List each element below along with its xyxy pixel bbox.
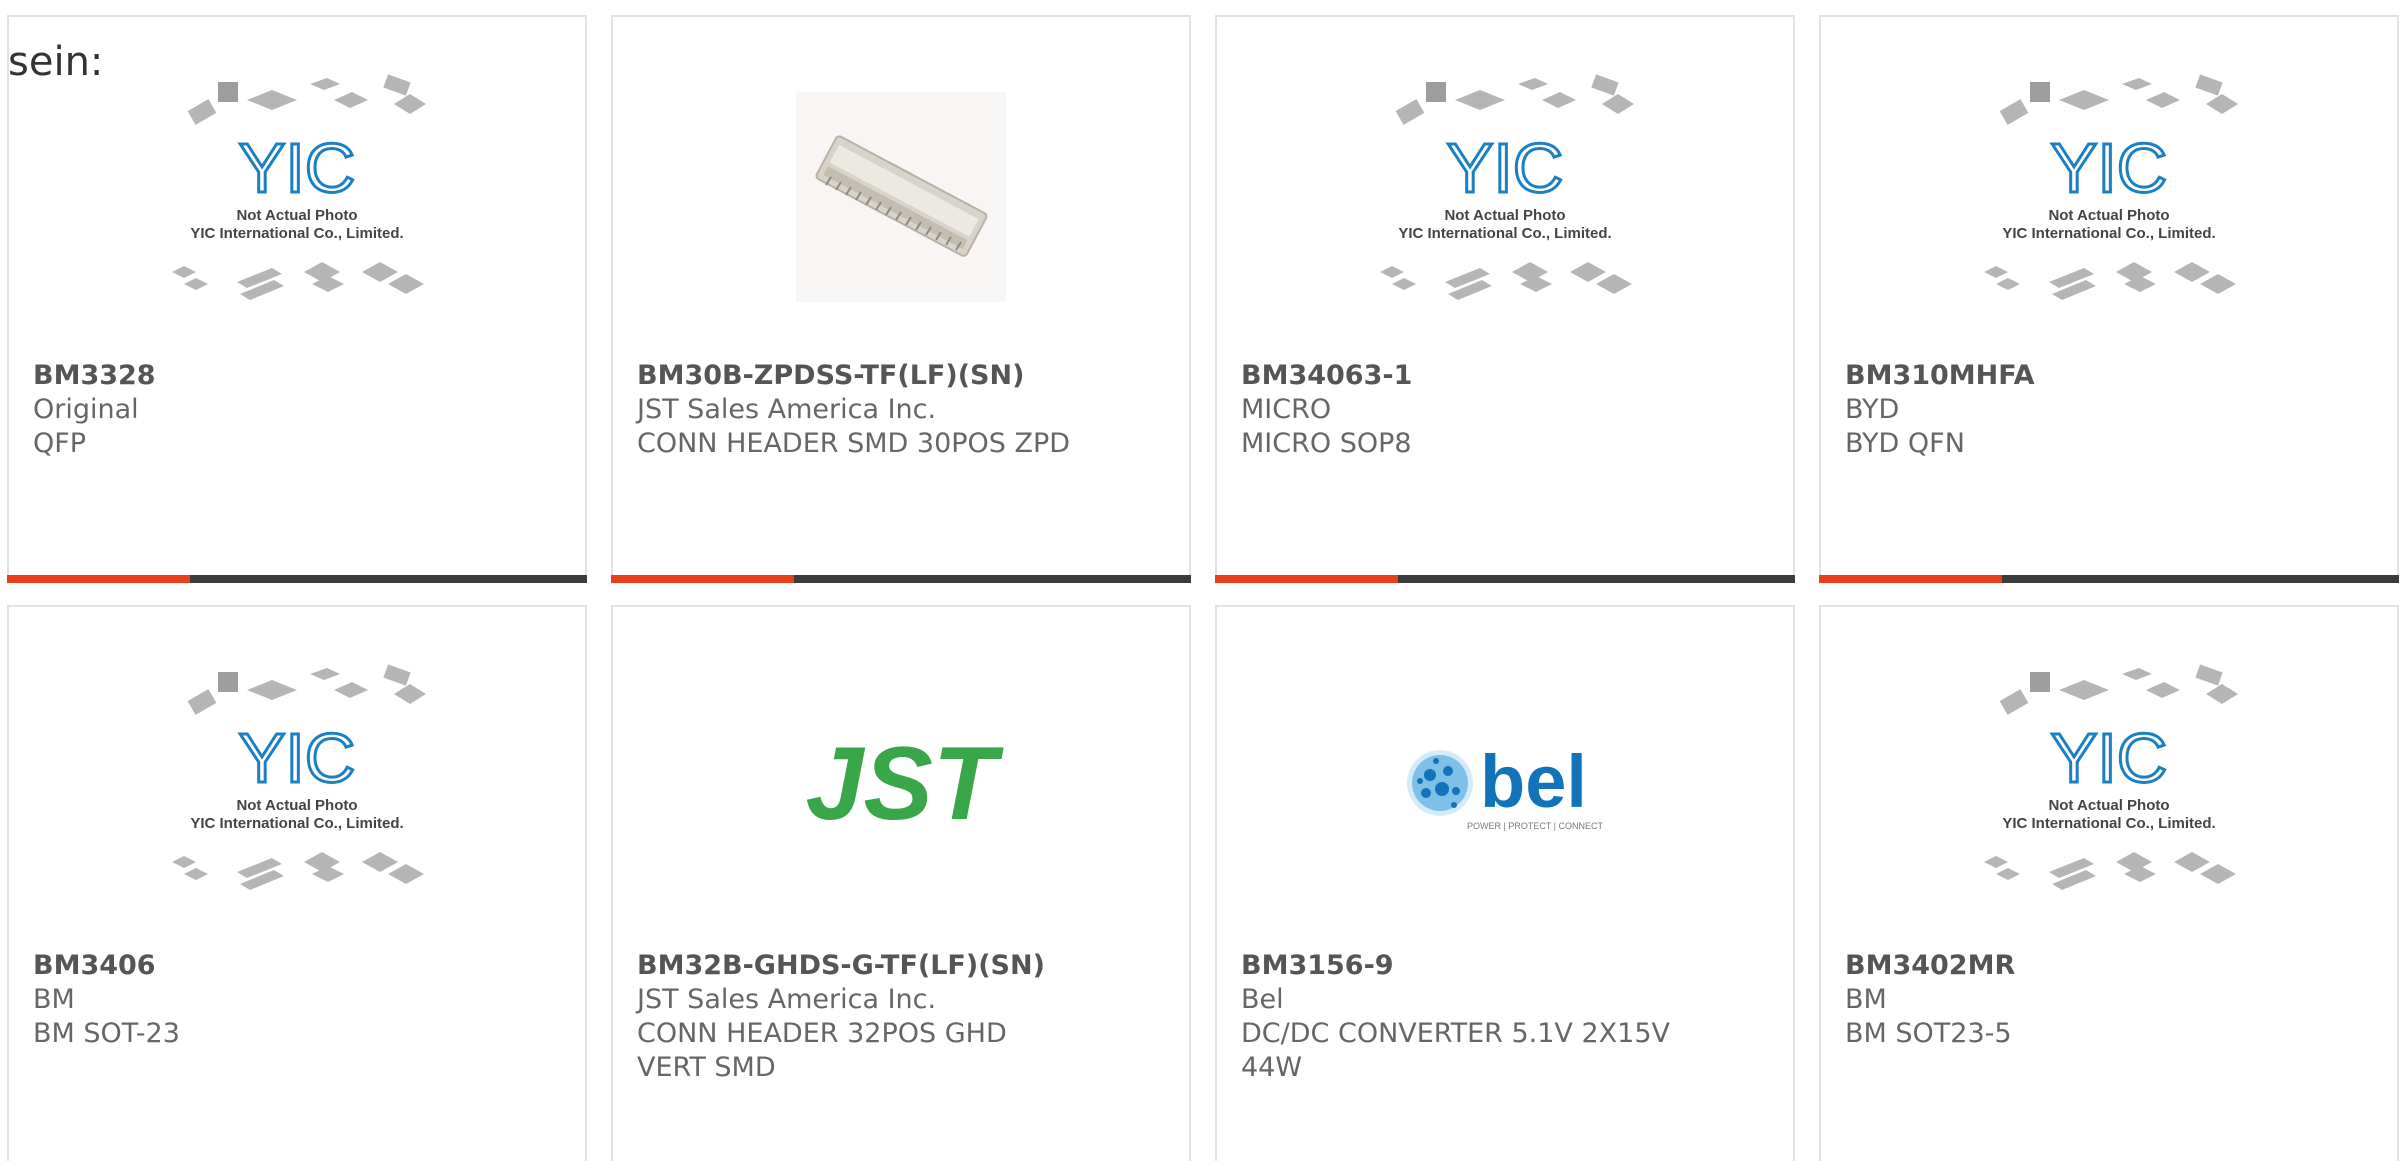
product-manufacturer: Original [33,394,139,425]
not-actual-photo-label: Not Actual Photo [236,797,357,814]
card-bar-accent [1215,575,1398,583]
yic-placeholder-image: YIC Not Actual Photo YIC International C… [1380,74,1634,300]
product-manufacturer: JST Sales America Inc. [637,394,937,425]
product-image-jst-logo[interactable]: JST [766,662,1036,912]
product-card[interactable]: YIC Not Actual Photo YIC International C… [1819,15,2399,583]
card-bottom-bar [1819,575,2399,583]
yic-placeholder-image: YIC Not Actual Photo YIC International C… [172,74,426,300]
product-part-number[interactable]: BM32B-GHDS-G-TF(LF)(SN) [637,949,1165,983]
yic-company-label: YIC International Co., Limited. [1398,225,1611,242]
product-description: DC/DC CONVERTER 5.1V 2X15V 44W [1241,1018,1670,1083]
product-image-bel-logo[interactable]: bel POWER | PROTECT | CONNECT [1370,662,1640,912]
product-part-number[interactable]: BM3156-9 [1241,949,1769,983]
yic-placeholder-image: YIC Not Actual Photo YIC International C… [1984,74,2238,300]
bel-globe-icon [1407,750,1473,816]
product-part-number[interactable]: BM3328 [33,359,561,393]
product-image-placeholder[interactable]: YIC Not Actual Photo YIC International C… [1974,72,2244,322]
product-part-number[interactable]: BM34063-1 [1241,359,1769,393]
product-description: CONN HEADER SMD 30POS ZPD [637,428,1071,459]
card-bottom-bar [1215,575,1795,583]
jst-logo-text: JST [806,727,1004,842]
product-description: CONN HEADER 32POS GHD VERT SMD [637,1018,1007,1083]
product-part-number[interactable]: BM30B-ZPDSS-TF(LF)(SN) [637,359,1165,393]
product-description: MICRO SOP8 [1241,428,1412,459]
product-description: QFP [33,428,87,459]
product-image-placeholder[interactable]: YIC Not Actual Photo YIC International C… [1370,72,1640,322]
product-card[interactable]: YIC Not Actual Photo YIC International C… [7,15,587,583]
not-actual-photo-label: Not Actual Photo [236,207,357,224]
product-image-placeholder[interactable]: YIC Not Actual Photo YIC International C… [1974,662,2244,912]
bel-logo-image: bel POWER | PROTECT | CONNECT [1407,740,1604,831]
product-card[interactable]: YIC Not Actual Photo YIC International C… [1215,15,1795,583]
connector-photo-image [796,92,1006,302]
card-bottom-bar [611,575,1191,583]
yic-company-label: YIC International Co., Limited. [190,815,403,832]
yic-logo-text: YIC [1447,129,1564,207]
card-bar-accent [7,575,190,583]
header-fragment-text: sein: [8,39,104,85]
bel-logo-text: bel [1480,740,1587,823]
product-description: BYD QFN [1845,428,1965,459]
product-manufacturer: BM [1845,984,1887,1015]
yic-company-label: YIC International Co., Limited. [2002,815,2215,832]
product-manufacturer: JST Sales America Inc. [637,984,937,1015]
product-description: BM SOT-23 [33,1018,180,1049]
product-manufacturer: BM [33,984,75,1015]
product-card[interactable]: YIC Not Actual Photo YIC International C… [7,605,587,1161]
product-card[interactable]: bel POWER | PROTECT | CONNECT BM3156-9 B… [1215,605,1795,1161]
product-card[interactable]: JST BM32B-GHDS-G-TF(LF)(SN) JST Sales Am… [611,605,1191,1161]
jst-logo-image: JST [806,727,1004,842]
product-image-connector[interactable] [766,72,1036,322]
product-part-number[interactable]: BM310MHFA [1845,359,2373,393]
product-manufacturer: BYD [1845,394,1900,425]
card-bar-accent [611,575,794,583]
yic-logo-text: YIC [239,129,356,207]
product-manufacturer: Bel [1241,984,1284,1015]
bel-tagline: POWER | PROTECT | CONNECT [1467,821,1604,831]
not-actual-photo-label: Not Actual Photo [1444,207,1565,224]
product-image-placeholder[interactable]: YIC Not Actual Photo YIC International C… [162,72,432,322]
product-card[interactable]: YIC Not Actual Photo YIC International C… [1819,605,2399,1161]
not-actual-photo-label: Not Actual Photo [2048,207,2169,224]
yic-placeholder-image: YIC Not Actual Photo YIC International C… [1984,664,2238,890]
yic-placeholder-image: YIC Not Actual Photo YIC International C… [172,664,426,890]
not-actual-photo-label: Not Actual Photo [2048,797,2169,814]
card-bottom-bar [7,575,587,583]
product-description: BM SOT23-5 [1845,1018,2012,1049]
product-grid-page: sein: YIC Not Actual Photo YIC Internati… [0,0,2400,1161]
yic-company-label: YIC International Co., Limited. [190,225,403,242]
product-manufacturer: MICRO [1241,394,1332,425]
product-card[interactable]: BM30B-ZPDSS-TF(LF)(SN) JST Sales America… [611,15,1191,583]
yic-logo-text: YIC [239,719,356,797]
yic-logo-text: YIC [2051,719,2168,797]
product-part-number[interactable]: BM3406 [33,949,561,983]
product-image-placeholder[interactable]: YIC Not Actual Photo YIC International C… [162,662,432,912]
product-part-number[interactable]: BM3402MR [1845,949,2373,983]
yic-logo-text: YIC [2051,129,2168,207]
yic-company-label: YIC International Co., Limited. [2002,225,2215,242]
product-grid: YIC Not Actual Photo YIC International C… [7,15,2399,1161]
card-bar-accent [1819,575,2002,583]
